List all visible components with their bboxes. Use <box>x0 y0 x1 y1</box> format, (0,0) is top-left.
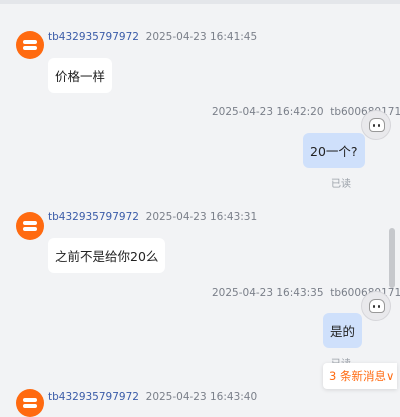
read-status: 已读 <box>331 179 351 190</box>
sender-name[interactable]: tb432935797972 <box>48 391 139 403</box>
shop-avatar-icon[interactable] <box>16 31 44 59</box>
message-bubble-incoming[interactable]: 价格一样 <box>48 58 113 93</box>
message-time: 2025-04-23 16:42:20 <box>212 106 324 118</box>
sender-name[interactable]: tb432935797972 <box>48 211 139 223</box>
top-divider <box>0 0 400 4</box>
message-bubble-outgoing[interactable]: 20一个? <box>303 133 365 168</box>
scrollbar-thumb[interactable] <box>389 228 395 288</box>
message-bubble-outgoing[interactable]: 是的 <box>323 313 363 348</box>
message-time: 2025-04-23 16:43:40 <box>145 391 258 403</box>
message-meta: tb432935797972 2025-04-23 16:43:40 <box>48 391 257 403</box>
message-meta: tb432935797972 2025-04-23 16:43:31 <box>48 211 257 223</box>
user-avatar-icon[interactable] <box>361 110 391 140</box>
message-time: 2025-04-23 16:41:45 <box>145 31 258 43</box>
message-time: 2025-04-23 16:43:31 <box>145 211 258 223</box>
message-meta: tb432935797972 2025-04-23 16:41:45 <box>48 31 257 43</box>
message-bubble-incoming[interactable]: 之前不是给你20么 <box>48 238 166 273</box>
user-avatar-icon[interactable] <box>361 291 391 321</box>
new-messages-button[interactable]: 3 条新消息∨ <box>323 363 397 389</box>
shop-avatar-icon[interactable] <box>16 389 44 417</box>
message-time: 2025-04-23 16:43:35 <box>212 287 324 299</box>
shop-avatar-icon[interactable] <box>16 212 44 240</box>
sender-name[interactable]: tb432935797972 <box>48 31 139 43</box>
